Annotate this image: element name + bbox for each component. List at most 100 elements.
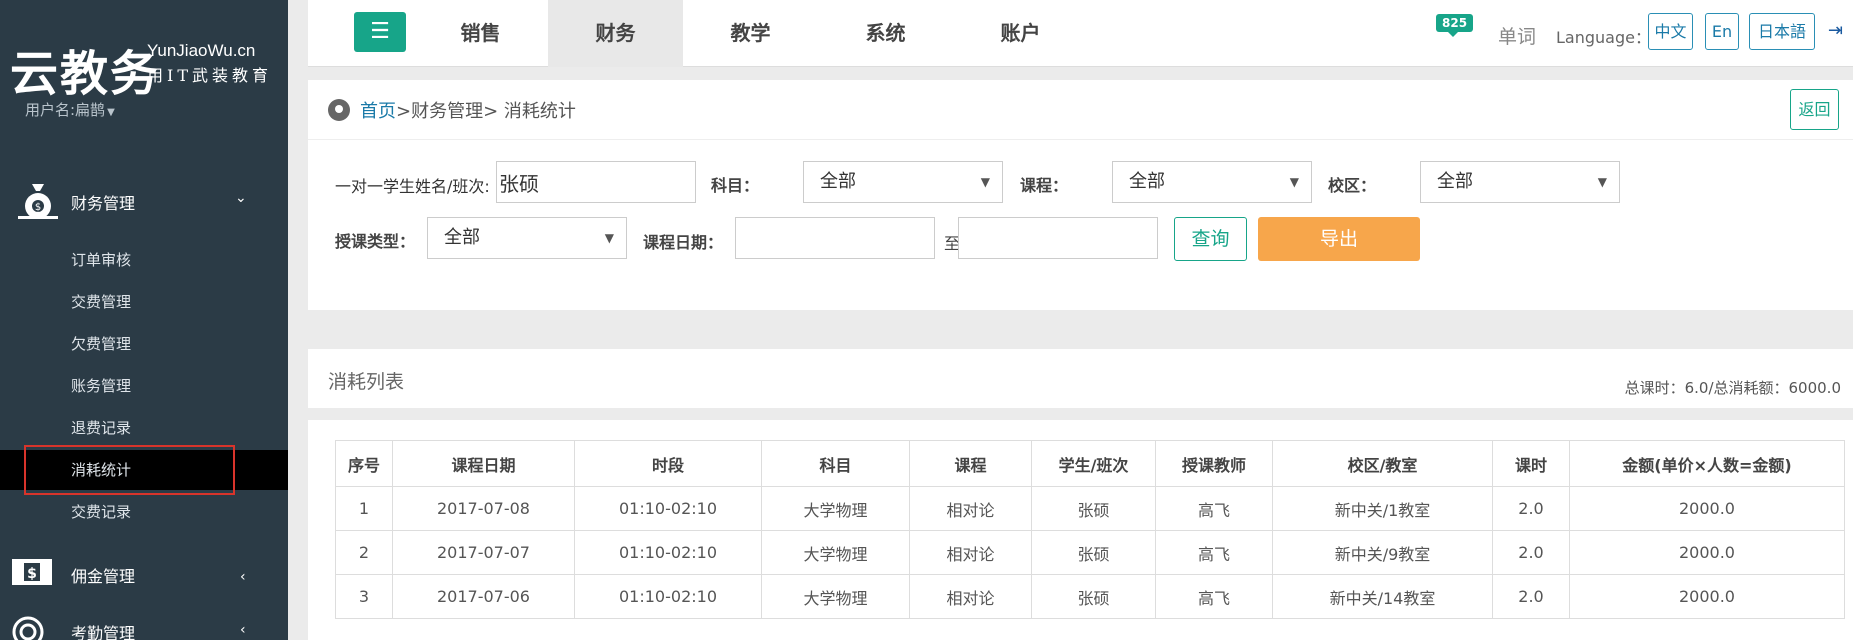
tab-system[interactable]: 系统: [818, 0, 953, 67]
table-panel: 序号 课程日期 时段 科目 课程 学生/班次 授课教师 校区/教室 课时 金额(…: [308, 420, 1853, 640]
logout-icon[interactable]: ⇥: [1828, 20, 1843, 41]
list-summary: 总课时：6.0/总消耗额：6000.0: [1624, 379, 1841, 397]
cell: 2017-07-07: [392, 530, 575, 575]
cell: 2.0: [1492, 574, 1570, 619]
col-hours: 课时: [1492, 440, 1570, 487]
cell: 张硕: [1031, 574, 1156, 619]
cell: 2: [335, 530, 393, 575]
type-select[interactable]: 全部 ▼: [427, 217, 627, 259]
menu-finance-label: 财务管理: [71, 194, 136, 213]
chevron-left-icon: ‹: [240, 622, 246, 638]
date-start-input[interactable]: [735, 217, 935, 259]
sidebar-item-refund-records[interactable]: 退费记录: [0, 408, 288, 448]
dropdown-arrow-icon: ▼: [604, 231, 614, 245]
cell: 大学物理: [761, 530, 910, 575]
col-index: 序号: [335, 440, 393, 487]
dropdown-arrow-icon: ▼: [1597, 175, 1607, 189]
menu-commission-label: 佣金管理: [71, 567, 136, 586]
table-row: 2 2017-07-07 01:10-02:10 大学物理 相对论 张硕 高飞 …: [335, 530, 1845, 575]
dropdown-arrow-icon: ▼: [980, 175, 990, 189]
tab-account[interactable]: 账户: [953, 0, 1088, 67]
cell: 大学物理: [761, 486, 910, 531]
sidebar-item-accounts-management[interactable]: 账务管理: [0, 366, 288, 406]
back-button[interactable]: 返回: [1790, 89, 1839, 130]
col-campus: 校区/教室: [1272, 440, 1493, 487]
table-header-row: 序号 课程日期 时段 科目 课程 学生/班次 授课教师 校区/教室 课时 金额(…: [335, 440, 1845, 487]
col-course: 课程: [909, 440, 1032, 487]
student-input[interactable]: [496, 161, 696, 203]
logo: 云教务: [10, 46, 161, 102]
username-dropdown[interactable]: 用户名:扁鹊 ▼: [25, 99, 115, 120]
sidebar-item-arrears-management[interactable]: 欠费管理: [0, 324, 288, 364]
lang-japanese-button[interactable]: 日本語: [1749, 13, 1815, 50]
campus-select[interactable]: 全部 ▼: [1420, 161, 1620, 203]
cell: 1: [335, 486, 393, 531]
type-value: 全部: [444, 227, 480, 248]
tab-sales[interactable]: 销售: [413, 0, 548, 67]
language-label: Language：: [1556, 28, 1651, 47]
student-label: 一对一学生姓名/班次:: [335, 177, 490, 196]
menu-attendance-label: 考勤管理: [71, 624, 136, 640]
cell: 新中关/14教室: [1272, 574, 1493, 619]
cell: 大学物理: [761, 574, 910, 619]
cell: 高飞: [1155, 530, 1273, 575]
col-subject: 科目: [761, 440, 910, 487]
breadcrumb-path: 首页>财务管理> 消耗统计: [360, 97, 576, 123]
filter-panel: 首页>财务管理> 消耗统计 返回 一对一学生姓名/班次: 科目： 全部 ▼ 课程：…: [308, 80, 1853, 310]
menu-toggle-button[interactable]: ☰: [354, 12, 406, 52]
sidebar-item-payment-management[interactable]: 交费管理: [0, 282, 288, 322]
export-button[interactable]: 导出: [1258, 217, 1420, 261]
username-label: 用户名:扁鹊: [25, 101, 106, 119]
date-label: 课程日期：: [643, 233, 724, 252]
course-select[interactable]: 全部 ▼: [1112, 161, 1312, 203]
notification-badge[interactable]: 825: [1436, 14, 1474, 37]
cell: 相对论: [909, 530, 1032, 575]
cell: 2000.0: [1569, 530, 1845, 575]
cell: 新中关/1教室: [1272, 486, 1493, 531]
cell: 张硕: [1031, 486, 1156, 531]
col-time: 时段: [574, 440, 762, 487]
sidebar-item-payment-records[interactable]: 交费记录: [0, 492, 288, 532]
word-link[interactable]: 单词: [1498, 22, 1536, 49]
consumption-table: 序号 课程日期 时段 科目 课程 学生/班次 授课教师 校区/教室 课时 金额(…: [335, 440, 1845, 619]
cell: 01:10-02:10: [574, 486, 762, 531]
table-row: 1 2017-07-08 01:10-02:10 大学物理 相对论 张硕 高飞 …: [335, 486, 1845, 531]
lang-chinese-button[interactable]: 中文: [1648, 13, 1693, 50]
tab-teaching[interactable]: 教学: [683, 0, 818, 67]
cell: 2.0: [1492, 486, 1570, 531]
cell: 2000.0: [1569, 486, 1845, 531]
campus-label: 校区：: [1328, 176, 1377, 195]
cell: 相对论: [909, 574, 1032, 619]
subject-value: 全部: [820, 171, 856, 192]
svg-text:$: $: [35, 202, 41, 213]
cell: 高飞: [1155, 486, 1273, 531]
course-value: 全部: [1129, 171, 1165, 192]
menu-attendance[interactable]: 考勤管理 ‹: [0, 612, 288, 640]
location-pin-icon: [328, 99, 350, 121]
cell: 2017-07-06: [392, 574, 575, 619]
logo-slogan: 用IT武装教育: [147, 66, 272, 85]
lang-english-button[interactable]: En: [1705, 13, 1739, 50]
menu-finance[interactable]: $ 财务管理 ⌄: [0, 172, 288, 228]
subject-select[interactable]: 全部 ▼: [803, 161, 1003, 203]
cell: 高飞: [1155, 574, 1273, 619]
logo-domain: YunJiaoWu.cn: [147, 41, 256, 60]
top-navbar: ☰ 销售 财务 教学 系统 账户 825 单词 Language： 中文 En …: [308, 0, 1853, 67]
sidebar-item-order-review[interactable]: 订单审核: [0, 240, 288, 280]
highlight-box: [24, 445, 235, 495]
col-date: 课程日期: [392, 440, 575, 487]
subject-label: 科目：: [711, 176, 760, 195]
breadcrumb-home-link[interactable]: 首页: [360, 101, 396, 122]
breadcrumb-current: >财务管理> 消耗统计: [396, 101, 576, 122]
money-bag-icon: $: [18, 184, 58, 219]
date-end-input[interactable]: [958, 217, 1158, 259]
col-teacher: 授课教师: [1155, 440, 1273, 487]
menu-commission[interactable]: $ 佣金管理 ‹: [0, 545, 288, 601]
cell: 01:10-02:10: [574, 574, 762, 619]
cell: 3: [335, 574, 393, 619]
course-label: 课程：: [1020, 176, 1069, 195]
query-button[interactable]: 查询: [1174, 217, 1247, 261]
tab-finance[interactable]: 财务: [548, 0, 683, 67]
cell: 相对论: [909, 486, 1032, 531]
cell: 2017-07-08: [392, 486, 575, 531]
